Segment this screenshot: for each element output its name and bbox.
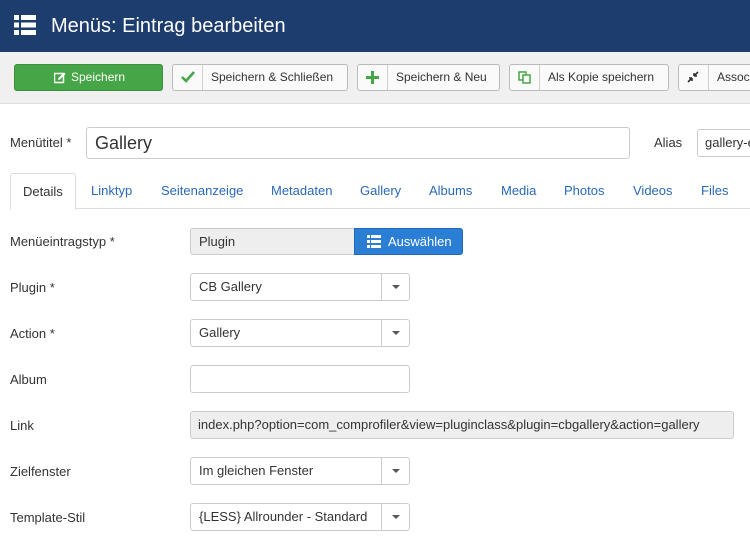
album-label: Album [10,372,47,387]
check-icon [181,71,195,83]
tab-files[interactable]: Files [701,173,728,209]
chevron-down-icon [381,458,409,484]
edit-icon [54,72,66,84]
copy-icon [518,71,531,84]
title-input[interactable]: Gallery [86,127,630,159]
tab-photos[interactable]: Photos [564,173,604,209]
tab-videos[interactable]: Videos [633,173,673,209]
save-button[interactable]: Speichern [14,64,163,91]
save-copy-label: Als Kopie speichern [548,70,655,84]
page-title: Menüs: Eintrag bearbeiten [51,15,286,37]
list-menu-icon [14,15,36,35]
tab-media[interactable]: Media [501,173,536,209]
target-window-value: Im gleichen Fenster [199,463,314,478]
associations-button[interactable]: Assoc [678,64,750,91]
target-window-select[interactable]: Im gleichen Fenster [190,457,410,485]
template-style-label: Template-Stil [10,510,86,525]
save-copy-button[interactable]: Als Kopie speichern [509,64,669,91]
template-style-select[interactable]: {LESS} Allrounder - Standard [190,503,410,531]
chevron-down-icon [381,320,409,346]
album-input[interactable] [190,365,410,393]
save-new-label: Speichern & Neu [396,70,487,84]
select-menu-type-button[interactable]: Auswählen [354,228,463,255]
plugin-select[interactable]: CB Gallery [190,273,410,301]
action-label: Action * [10,326,55,341]
tab-metadaten[interactable]: Metadaten [271,173,332,209]
save-button-label: Speichern [71,70,126,84]
list-icon [367,235,381,248]
tab-linktyp[interactable]: Linktyp [91,173,132,209]
template-style-value: {LESS} Allrounder - Standard [199,509,368,524]
plugin-label: Plugin * [10,280,55,295]
link-value: index.php?option=com_comprofiler&view=pl… [190,411,734,439]
toolbar: Speichern Speichern & Schließen Speicher… [0,52,750,104]
menu-type-label: Menüeintragstyp * [10,234,115,249]
tab-seitenanzeige[interactable]: Seitenanzeige [161,173,243,209]
save-new-button[interactable]: Speichern & Neu [357,64,500,91]
plugin-select-value: CB Gallery [199,279,262,294]
chevron-down-icon [381,274,409,300]
select-menu-type-label: Auswählen [388,234,452,249]
save-close-button[interactable]: Speichern & Schließen [172,64,348,91]
associations-label: Assoc [717,70,750,84]
action-select[interactable]: Gallery [190,319,410,347]
chevron-down-icon [381,504,409,530]
contract-icon [687,71,699,83]
tab-albums[interactable]: Albums [429,173,472,209]
tab-details[interactable]: Details [10,173,76,210]
page-header: Menüs: Eintrag bearbeiten [0,0,750,52]
action-select-value: Gallery [199,325,241,340]
save-close-label: Speichern & Schließen [211,70,334,84]
plus-icon [366,71,379,84]
menu-type-value: Plugin [190,228,355,255]
target-window-label: Zielfenster [10,464,71,479]
alias-label: Alias [654,135,683,150]
tab-bar: Details Linktyp Seitenanzeige Metadaten … [10,173,750,210]
alias-input[interactable]: gallery-e [697,129,750,157]
title-label: Menütitel * [10,135,72,150]
link-label: Link [10,418,34,433]
tab-gallery[interactable]: Gallery [360,173,401,209]
